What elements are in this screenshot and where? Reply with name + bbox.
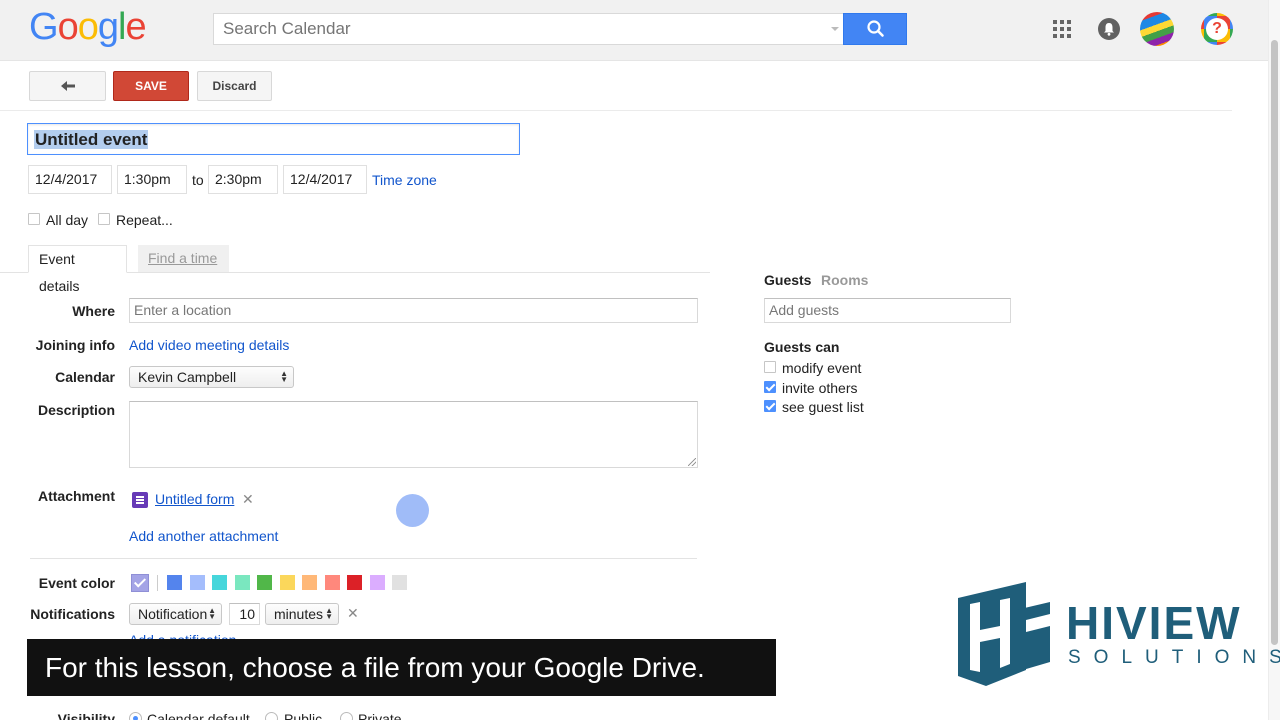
tab-event-details[interactable]: Event details	[28, 245, 127, 294]
end-time-input[interactable]: 2:30pm	[208, 165, 278, 194]
to-label: to	[192, 172, 204, 188]
page-scrollbar[interactable]	[1268, 0, 1280, 720]
remove-notification-icon[interactable]: ✕	[347, 605, 359, 622]
section-divider	[30, 558, 697, 559]
resize-handle-icon[interactable]	[688, 458, 696, 466]
tab-guests[interactable]: Guests	[764, 272, 811, 288]
guest-permission-label: see guest list	[782, 399, 864, 415]
repeat-checkbox[interactable]	[98, 213, 110, 225]
watermark-brand: HIVIEW	[1066, 597, 1242, 649]
select-arrows-icon: ▲ ▼	[208, 606, 216, 621]
event-color-label: Event color	[38, 575, 115, 591]
calendar-select[interactable]: Kevin Campbell ▲ ▼	[129, 366, 294, 388]
help-icon[interactable]: ?	[1201, 13, 1233, 45]
add-video-meeting-link[interactable]: Add video meeting details	[129, 337, 289, 353]
color-swatch[interactable]	[234, 575, 250, 590]
attachment-file-link[interactable]: Untitled form	[155, 491, 234, 507]
swatch-divider	[157, 575, 158, 591]
color-swatch[interactable]	[324, 575, 340, 590]
joining-info-label: Joining info	[35, 337, 115, 353]
guest-permission-checkbox[interactable]	[764, 380, 776, 393]
search-box	[213, 13, 843, 45]
google-forms-icon	[132, 492, 148, 508]
notification-unit-select[interactable]: minutes ▲ ▼	[265, 603, 339, 625]
where-label: Where	[72, 303, 115, 319]
color-swatch[interactable]	[347, 575, 362, 590]
notification-amount-input[interactable]: 10	[229, 603, 260, 625]
color-swatch[interactable]	[302, 575, 317, 590]
apps-icon[interactable]	[1053, 20, 1071, 38]
event-title-text: Untitled event	[34, 130, 149, 149]
event-title-input[interactable]: Untitled event	[27, 123, 520, 155]
notifications-label: Notifications	[30, 606, 115, 622]
end-date-input[interactable]: 12/4/2017	[283, 165, 367, 194]
notification-type-select[interactable]: Notification ▲ ▼	[129, 603, 222, 625]
add-guests-input[interactable]: Add guests	[764, 298, 1011, 323]
description-textarea[interactable]	[129, 401, 698, 468]
guest-permission-label: modify event	[782, 360, 862, 376]
back-button[interactable]	[29, 71, 106, 101]
color-swatch[interactable]	[257, 575, 272, 590]
color-swatch[interactable]	[212, 575, 227, 590]
all-day-label: All day	[46, 212, 89, 228]
back-arrow-icon	[60, 81, 75, 91]
time-zone-link[interactable]: Time zone	[372, 172, 437, 188]
guests-can-heading: Guests can	[764, 339, 840, 355]
discard-button[interactable]: Discard	[197, 71, 272, 101]
tab-find-a-time[interactable]: Find a time	[138, 245, 229, 273]
guest-permission-label: invite others	[782, 379, 858, 396]
visibility-calendar-default-radio[interactable]	[129, 712, 142, 720]
all-day-checkbox[interactable]	[28, 213, 40, 225]
where-input[interactable]: Enter a location	[129, 298, 698, 323]
color-swatch[interactable]	[392, 575, 407, 590]
select-arrows-icon: ▲ ▼	[325, 606, 333, 621]
account-avatar[interactable]	[1140, 12, 1174, 46]
calendar-label: Calendar	[55, 369, 115, 385]
tab-rooms[interactable]: Rooms	[821, 272, 868, 288]
select-arrows-icon: ▲ ▼	[280, 369, 288, 384]
color-swatch[interactable]	[167, 575, 182, 590]
guest-permission-checkbox[interactable]	[764, 400, 776, 412]
attachment-label: Attachment	[37, 488, 115, 504]
search-options-caret-icon[interactable]	[831, 27, 839, 31]
search-icon	[867, 20, 884, 37]
calendar-select-value: Kevin Campbell	[138, 369, 237, 385]
visibility-label: Visibility	[57, 711, 115, 720]
color-swatch[interactable]	[369, 575, 385, 590]
start-date-input[interactable]: 12/4/2017	[28, 165, 112, 194]
visibility-option-label: Private	[358, 711, 402, 720]
top-bar: Google ?	[0, 0, 1268, 61]
google-logo[interactable]: Google	[29, 6, 147, 49]
visibility-option-label: Calendar default	[147, 711, 250, 720]
click-indicator	[396, 494, 429, 527]
repeat-label: Repeat...	[116, 212, 173, 228]
visibility-private-radio[interactable]	[340, 712, 353, 720]
description-label: Description	[37, 402, 115, 418]
visibility-option-label: Public	[284, 711, 323, 720]
scrollbar-thumb[interactable]	[1271, 40, 1278, 645]
color-swatch-default-selected[interactable]	[131, 574, 149, 592]
video-caption: For this lesson, choose a file from your…	[27, 639, 776, 696]
save-button[interactable]: SAVE	[113, 71, 189, 101]
search-input[interactable]	[214, 14, 814, 44]
notification-unit-value: minutes	[274, 606, 324, 622]
notifications-bell-icon[interactable]	[1098, 18, 1120, 40]
start-time-input[interactable]: 1:30pm	[117, 165, 187, 194]
color-swatch[interactable]	[189, 575, 205, 590]
guest-permission-checkbox[interactable]	[764, 361, 776, 373]
visibility-public-radio[interactable]	[265, 712, 278, 720]
search-button[interactable]	[843, 13, 907, 45]
watermark-subtitle: SOLUTIONS	[1068, 647, 1280, 668]
color-swatch[interactable]	[279, 575, 295, 590]
remove-attachment-icon[interactable]: ✕	[242, 491, 254, 508]
toolbar-divider	[0, 110, 1232, 111]
hiview-logo-icon	[958, 582, 1050, 686]
add-another-attachment-link[interactable]: Add another attachment	[129, 528, 278, 544]
notification-type-value: Notification	[138, 606, 208, 622]
